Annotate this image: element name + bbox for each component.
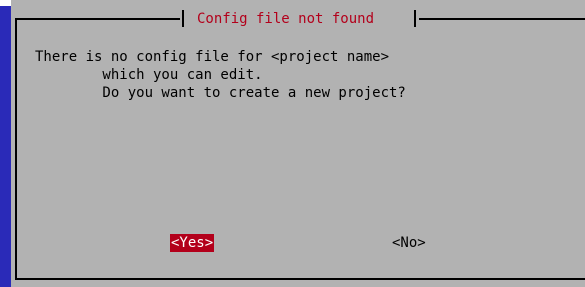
dialog-message: There is no config file for <project nam… bbox=[35, 48, 575, 102]
dialog-border-top-right bbox=[419, 18, 585, 20]
dialog-border-bottom bbox=[15, 278, 585, 280]
message-line-3: Do you want to create a new project? bbox=[35, 85, 406, 101]
yes-button[interactable]: <Yes> bbox=[170, 234, 215, 252]
terminal-screen: Config file not found There is no config… bbox=[0, 0, 585, 287]
dialog-border-left bbox=[15, 18, 17, 280]
config-dialog: Config file not found There is no config… bbox=[11, 0, 585, 287]
message-line-1: There is no config file for <project nam… bbox=[35, 49, 390, 65]
message-line-2: which you can edit. bbox=[35, 67, 263, 83]
dialog-border-top-left bbox=[15, 18, 180, 20]
title-border-tick-left bbox=[182, 10, 184, 27]
title-border-tick-right bbox=[414, 10, 416, 27]
screen-background bbox=[0, 6, 11, 287]
dialog-title: Config file not found bbox=[197, 11, 375, 27]
no-button[interactable]: <No> bbox=[392, 234, 426, 252]
